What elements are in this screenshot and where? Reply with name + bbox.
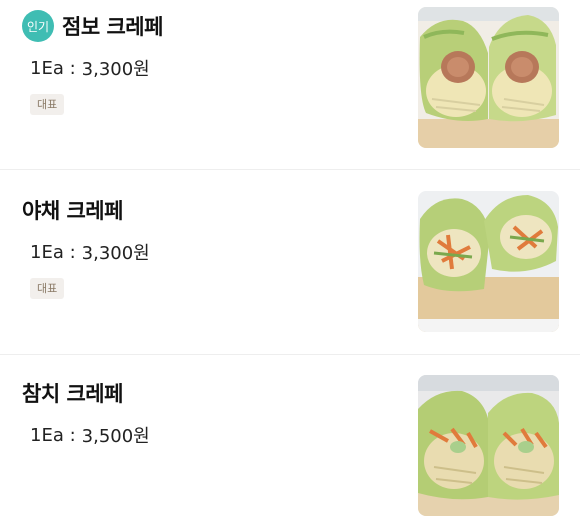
crepe-photo-icon[interactable] — [418, 7, 559, 148]
menu-item-info: 참치 크레페 1Ea : 3,500원 — [22, 375, 392, 448]
representative-tag: 대표 — [30, 278, 65, 299]
title-row: 참치 크레페 — [22, 375, 392, 411]
menu-item-jumbo-crepe[interactable]: 인기 점보 크레페 1Ea : 3,300원 대표 — [0, 0, 580, 170]
price-row: 1Ea : 3,300원 — [22, 55, 392, 81]
menu-item-name: 야채 크레페 — [22, 199, 123, 223]
menu-list: 인기 점보 크레페 1Ea : 3,300원 대표 야채 크레페 1Ea: 3… — [0, 0, 580, 527]
menu-item-name: 참치 크레페 — [22, 382, 123, 406]
price-row: 1Ea : 3,500원 — [22, 422, 392, 448]
popular-badge: 인기 — [22, 10, 54, 42]
menu-item-name: 점보 크레페 — [62, 15, 163, 39]
price-value: 3,300원 — [81, 59, 150, 80]
title-row: 인기 점보 크레페 — [22, 8, 392, 44]
menu-item-tuna-crepe[interactable]: 참치 크레페 1Ea : 3,500원 — [0, 355, 580, 527]
menu-item-info: 야채 크레페 1Ea : 3,300원 대표 — [22, 192, 392, 299]
crepe-photo-icon[interactable] — [418, 375, 559, 516]
price-prefix: 1Ea : — [30, 57, 76, 79]
price-row: 1Ea : 3,300원 — [22, 239, 392, 265]
price-value: 3,300원 — [81, 243, 150, 264]
price-prefix: 1Ea : — [30, 424, 76, 446]
price-value: 3,500원 — [81, 426, 150, 447]
crepe-photo-icon[interactable] — [418, 191, 559, 332]
title-row: 야채 크레페 — [22, 192, 392, 228]
menu-item-info: 인기 점보 크레페 1Ea : 3,300원 대표 — [22, 8, 392, 115]
menu-item-vegetable-crepe[interactable]: 야채 크레페 1Ea : 3,300원 대표 — [0, 170, 580, 355]
price-prefix: 1Ea : — [30, 241, 76, 263]
representative-tag: 대표 — [30, 94, 65, 115]
